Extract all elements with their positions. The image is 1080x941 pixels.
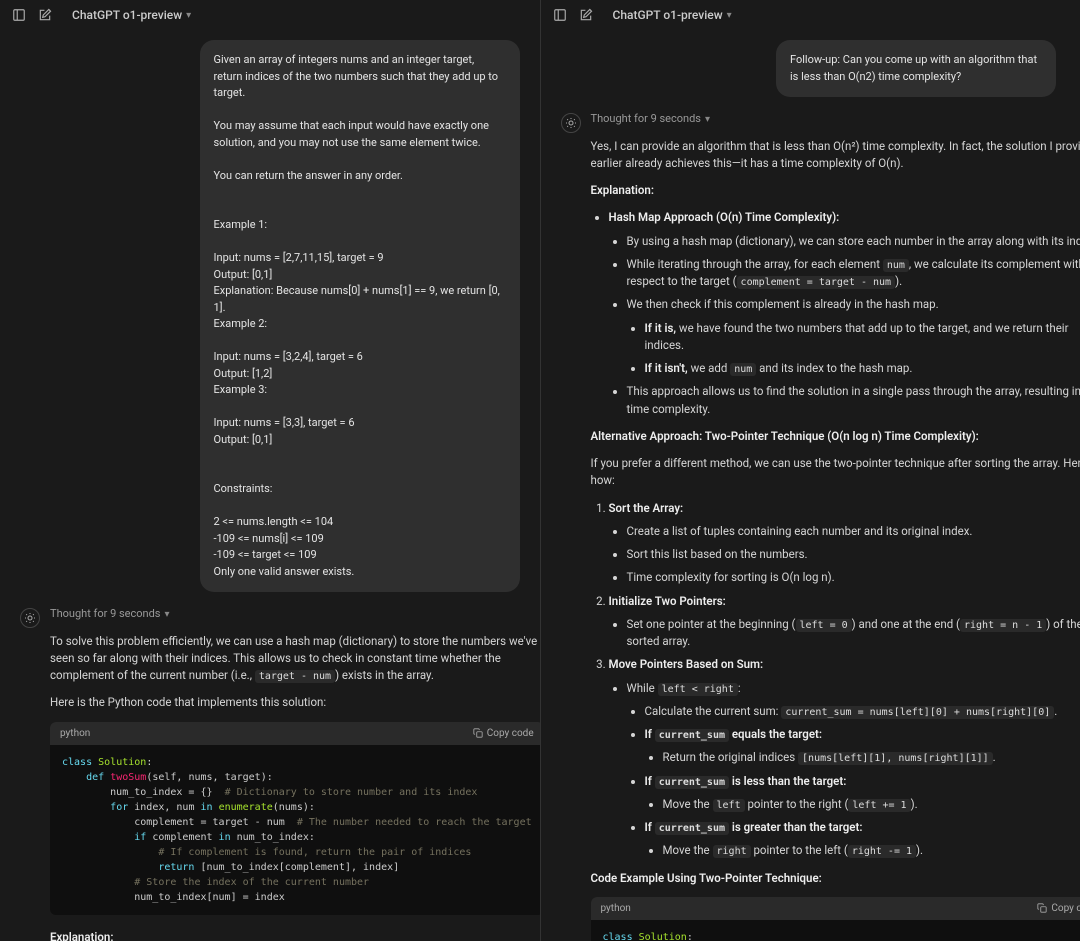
sidebar-toggle-icon[interactable] [10, 6, 28, 24]
chevron-down-icon: ▾ [186, 8, 191, 23]
chevron-down-icon: ▾ [705, 112, 710, 127]
thought-label: Thought for 9 seconds [591, 111, 701, 128]
code-heading: Code Example Using Two-Pointer Technique… [591, 871, 822, 885]
model-selector[interactable]: ChatGPT o1-preview ▾ [613, 6, 732, 24]
intro-paragraph: To solve this problem efficiently, we ca… [50, 633, 540, 685]
alt-intro: If you prefer a different method, we can… [591, 455, 1080, 490]
compose-icon[interactable] [36, 6, 54, 24]
assistant-avatar-icon [561, 113, 581, 133]
code-body: class Solution: def twoSum(self, nums, t… [50, 745, 540, 915]
code-header: python Copy code [591, 897, 1080, 920]
intro-paragraph: Yes, I can provide an algorithm that is … [591, 138, 1080, 173]
alt-heading: Alternative Approach: Two-Pointer Techni… [591, 429, 979, 443]
thought-label: Thought for 9 seconds [50, 606, 160, 623]
assistant-message: Thought for 9 seconds ▾ To solve this pr… [20, 606, 520, 941]
two-pointer-steps: Sort the Array: Create a list of tuples … [591, 500, 1080, 860]
compose-icon[interactable] [577, 6, 595, 24]
code-header: python Copy code [50, 722, 540, 745]
user-message: Follow-up: Can you come up with an algor… [776, 40, 1056, 97]
model-title: ChatGPT o1-preview [72, 6, 182, 24]
code-block: python Copy code class Solution: def two… [591, 897, 1080, 941]
explanation-heading: Explanation: [591, 183, 654, 197]
copy-code-button[interactable]: Copy code [473, 726, 534, 741]
right-scroll[interactable]: Follow-up: Can you come up with an algor… [541, 30, 1080, 941]
chevron-down-icon: ▾ [164, 607, 169, 622]
code-lang-label: python [60, 726, 90, 741]
right-topbar: ChatGPT o1-preview ▾ [541, 0, 1080, 30]
hash-approach-list: Hash Map Approach (O(n) Time Complexity)… [591, 209, 1080, 418]
assistant-message: Thought for 9 seconds ▾ Yes, I can provi… [561, 111, 1061, 941]
explanation-heading: Explanation: [50, 930, 113, 941]
left-pane: ChatGPT o1-preview ▾ Given an array of i… [0, 0, 540, 941]
thought-disclosure[interactable]: Thought for 9 seconds ▾ [591, 111, 1080, 128]
left-scroll[interactable]: Given an array of integers nums and an i… [0, 30, 540, 941]
code-body: class Solution: def twoSum(self, nums, t… [591, 920, 1080, 941]
right-pane: ChatGPT o1-preview ▾ Follow-up: Can you … [540, 0, 1080, 941]
left-topbar: ChatGPT o1-preview ▾ [0, 0, 540, 30]
code-lang-label: python [601, 901, 631, 916]
model-selector[interactable]: ChatGPT o1-preview ▾ [72, 6, 191, 24]
assistant-avatar-icon [20, 608, 40, 628]
inline-code: target - num [255, 670, 335, 683]
model-title: ChatGPT o1-preview [613, 6, 723, 24]
thought-disclosure[interactable]: Thought for 9 seconds ▾ [50, 606, 540, 623]
code-block: python Copy code class Solution: def two… [50, 722, 540, 915]
code-intro: Here is the Python code that implements … [50, 694, 540, 711]
sidebar-toggle-icon[interactable] [551, 6, 569, 24]
chevron-down-icon: ▾ [727, 8, 732, 23]
user-message: Given an array of integers nums and an i… [200, 40, 520, 592]
copy-code-button[interactable]: Copy code [1037, 901, 1080, 916]
